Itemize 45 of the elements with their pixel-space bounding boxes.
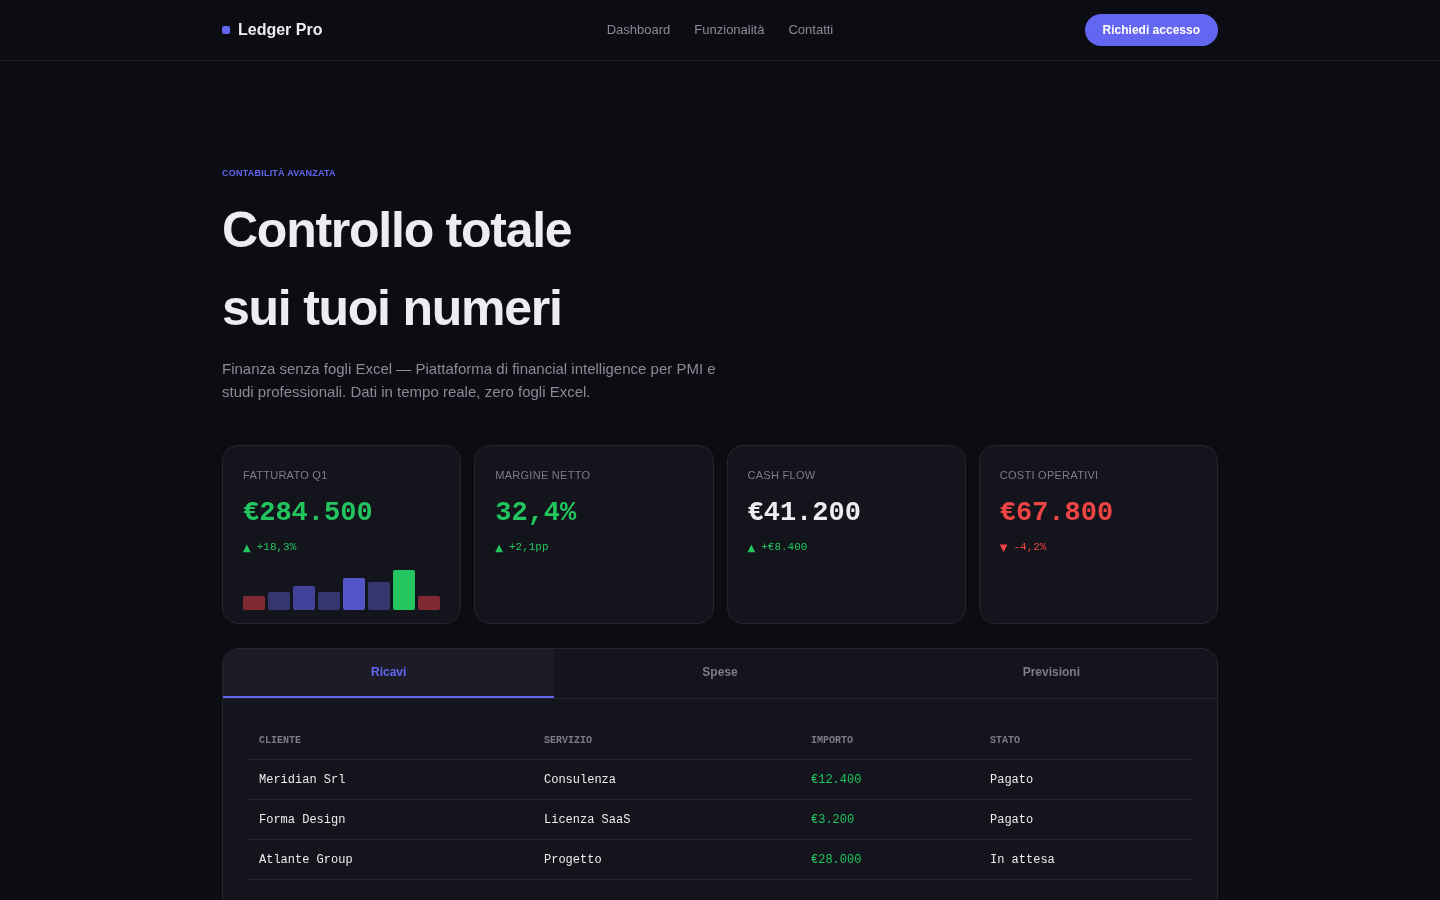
hero-heading: sui tuoi numeri <box>222 278 563 338</box>
table-cell: Forma Design <box>247 799 532 840</box>
kpi-value: €284.500 <box>243 497 374 529</box>
hero-heading: Controllo totale <box>222 200 573 260</box>
table-cell: €3.200 <box>799 799 978 840</box>
tab[interactable]: Ricavi <box>223 648 555 698</box>
kpi-label: CASH FLOW <box>747 467 817 483</box>
kpi-delta: +€8.400 <box>761 540 808 555</box>
trend-arrow-icon: ▲ <box>243 539 251 555</box>
trend-arrow-icon: ▲ <box>747 539 756 555</box>
tab[interactable]: Previsioni <box>885 648 1217 698</box>
column-header: SERVIZIO <box>532 722 799 760</box>
tab[interactable]: Spese <box>554 648 886 698</box>
eyebrow-label: CONTABILITÀ AVANZATA <box>222 167 337 180</box>
hero-subtitle: Finanza senza fogli Excel — Piattaforma di financial intelligence per PMI e studi professionali. Dati in tempo reale, zero fogli Excel. <box>222 358 717 402</box>
request-access-button[interactable]: Richiedi accesso <box>1084 14 1218 46</box>
kpi-value: €41.200 <box>747 497 862 529</box>
brand-name: Ledger Pro <box>238 20 323 40</box>
trend-arrow-icon: ▲ <box>495 539 503 555</box>
table-cell: Licenza SaaS <box>532 799 799 840</box>
table-cell: Pagato <box>978 759 1193 800</box>
column-header: CLIENTE <box>247 722 532 760</box>
table-cell: Atlante Group <box>247 839 532 880</box>
kpi-delta: +2,1pp <box>508 540 549 555</box>
column-header: STATO <box>978 722 1193 760</box>
nav-link[interactable]: Dashboard <box>606 20 671 40</box>
nav-link[interactable]: Contatti <box>788 20 834 40</box>
nav-link[interactable]: Funzionalità <box>694 20 765 40</box>
table-cell: In attesa <box>978 839 1193 880</box>
table-cell: Progetto <box>532 839 799 880</box>
column-header: IMPORTO <box>799 722 978 760</box>
table-cell: Consulenza <box>532 759 799 800</box>
table-cell: Meridian Srl <box>247 759 532 800</box>
logo-square-icon <box>222 26 230 34</box>
kpi-value: €67.800 <box>999 497 1115 529</box>
table-cell: €12.400 <box>799 759 978 800</box>
kpi-label: COSTI OPERATIVI <box>999 467 1100 483</box>
kpi-value: 32,4% <box>495 497 578 529</box>
trend-arrow-icon: ▼ <box>999 539 1008 555</box>
kpi-label: MARGINE NETTO <box>495 467 592 483</box>
kpi-delta: +18,3% <box>256 540 297 555</box>
table-cell: Pagato <box>978 799 1193 840</box>
kpi-label: FATTURATO Q1 <box>243 467 329 483</box>
table-cell: €28.000 <box>799 839 978 880</box>
kpi-delta: -4,2% <box>1013 540 1047 555</box>
